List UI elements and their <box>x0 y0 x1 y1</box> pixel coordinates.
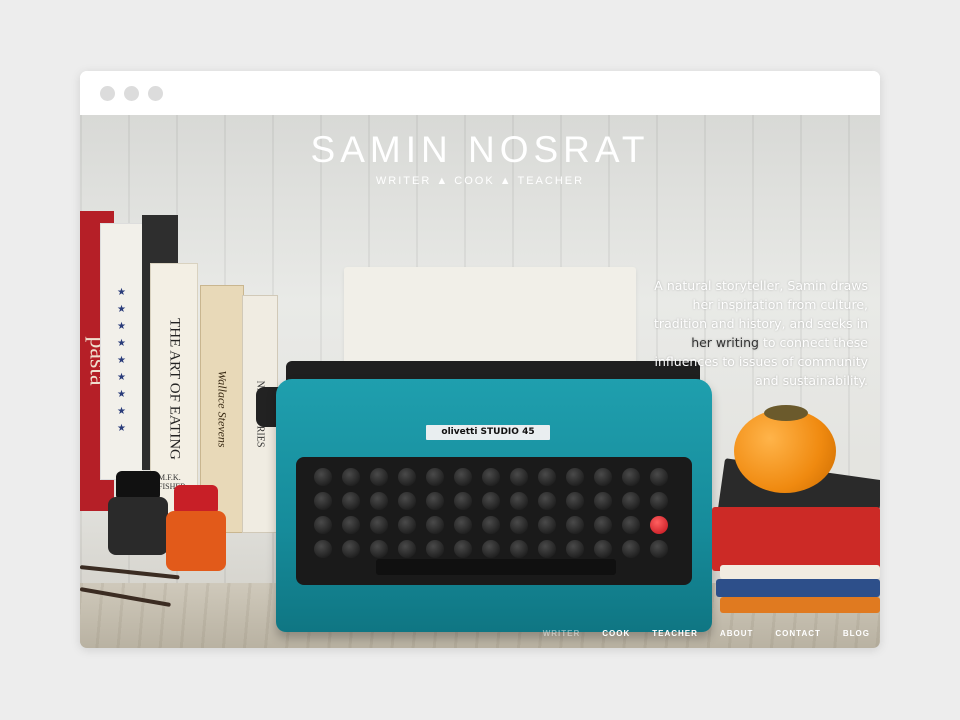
key <box>398 516 416 534</box>
key <box>482 468 500 486</box>
ink-bottle-black <box>108 497 168 555</box>
main-nav: WRITER COOK TEACHER ABOUT CONTACT BLOG <box>543 629 870 638</box>
site-title[interactable]: SAMIN NOSRAT <box>80 129 880 171</box>
key <box>370 492 388 510</box>
key <box>482 492 500 510</box>
key <box>342 540 360 558</box>
site-tagline: WRITER ▲ COOK ▲ TEACHER <box>375 175 585 187</box>
window-dot-icon <box>100 86 115 101</box>
ink-bottle-orange <box>166 511 226 571</box>
key <box>594 492 612 510</box>
nav-item-blog[interactable]: BLOG <box>843 629 870 638</box>
window-dot-icon <box>124 86 139 101</box>
nav-item-contact[interactable]: CONTACT <box>775 629 821 638</box>
nav-item-cook[interactable]: COOK <box>602 629 630 638</box>
key <box>314 540 332 558</box>
key <box>510 468 528 486</box>
key <box>566 540 584 558</box>
star-pattern: ★ ★ ★ ★ ★ ★ ★ ★ ★ <box>117 287 126 434</box>
key <box>538 516 556 534</box>
key <box>482 540 500 558</box>
key-red <box>650 516 668 534</box>
key <box>426 468 444 486</box>
key <box>370 540 388 558</box>
hero-photo: pasta ★ ★ ★ ★ ★ ★ ★ ★ ★ THE ART OF EATING M.F.K.… <box>80 115 880 648</box>
persimmon-stem <box>764 405 808 421</box>
nav-item-teacher[interactable]: TEACHER <box>652 629 698 638</box>
key <box>538 468 556 486</box>
key <box>314 516 332 534</box>
key <box>622 540 640 558</box>
key <box>650 468 668 486</box>
nav-item-writer[interactable]: WRITER <box>543 629 581 638</box>
key <box>314 492 332 510</box>
key <box>622 468 640 486</box>
book-title: THE ART OF EATING <box>166 318 183 460</box>
key <box>370 516 388 534</box>
notebook-red <box>712 507 880 571</box>
notebook-pages <box>720 565 880 579</box>
key <box>594 516 612 534</box>
key <box>594 540 612 558</box>
key <box>566 516 584 534</box>
key <box>398 492 416 510</box>
spacebar <box>376 559 616 575</box>
intro-link[interactable]: her writing <box>691 335 759 350</box>
notebook-blue <box>716 579 880 597</box>
key <box>342 492 360 510</box>
typewriter-keyboard <box>296 457 692 585</box>
typewriter: olivetti STUDIO 45 <box>276 379 712 632</box>
key <box>426 540 444 558</box>
key <box>510 492 528 510</box>
key <box>454 516 472 534</box>
key <box>482 516 500 534</box>
nav-item-about[interactable]: ABOUT <box>720 629 753 638</box>
key <box>622 516 640 534</box>
persimmon <box>734 409 836 493</box>
key <box>566 492 584 510</box>
key <box>454 492 472 510</box>
book-title: Wallace Stevens <box>215 370 230 448</box>
book-white-stars: ★ ★ ★ ★ ★ ★ ★ ★ ★ <box>100 223 144 480</box>
intro-paragraph: A natural storyteller, Samin draws her i… <box>653 276 868 390</box>
key <box>454 540 472 558</box>
key <box>594 468 612 486</box>
key <box>342 468 360 486</box>
key <box>426 492 444 510</box>
key <box>314 468 332 486</box>
typewriter-brand-label: olivetti STUDIO 45 <box>426 425 550 440</box>
key <box>398 468 416 486</box>
key <box>650 540 668 558</box>
window-dot-icon <box>148 86 163 101</box>
key <box>370 468 388 486</box>
key <box>622 492 640 510</box>
key <box>454 468 472 486</box>
key <box>538 492 556 510</box>
key <box>426 516 444 534</box>
key <box>650 492 668 510</box>
intro-text: to connect these influences to issues of… <box>654 334 868 388</box>
key <box>342 516 360 534</box>
intro-text: A natural storyteller, Samin draws her i… <box>654 277 868 331</box>
key <box>538 540 556 558</box>
browser-titlebar <box>80 71 880 115</box>
key <box>510 516 528 534</box>
key-grid <box>310 467 672 561</box>
key <box>510 540 528 558</box>
key <box>398 540 416 558</box>
browser-window: pasta ★ ★ ★ ★ ★ ★ ★ ★ ★ THE ART OF EATING M.F.K.… <box>80 71 880 648</box>
key <box>566 468 584 486</box>
notebook-orange <box>720 597 880 613</box>
